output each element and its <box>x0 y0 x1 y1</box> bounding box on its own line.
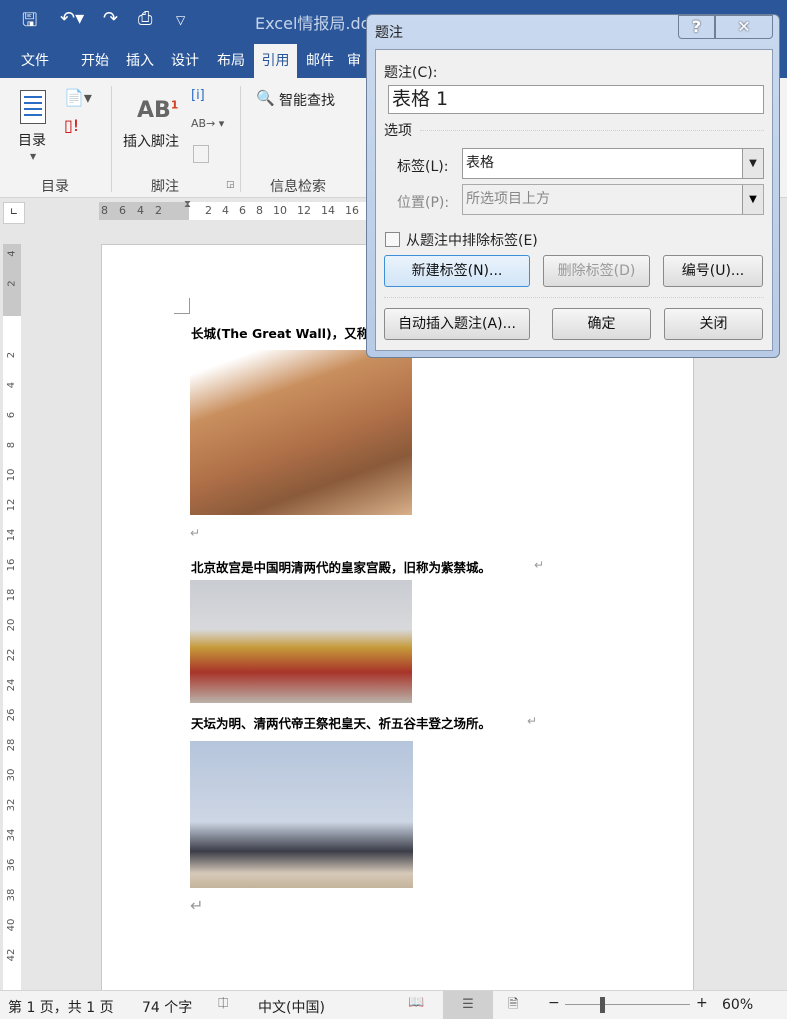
label-select[interactable]: 表格 ▼ <box>462 148 764 179</box>
tab-layout[interactable]: 布局 <box>208 44 254 78</box>
read-mode-icon[interactable]: 📖 <box>408 995 424 1010</box>
autocaption-button[interactable]: 自动插入题注(A)... <box>384 308 530 340</box>
save-icon[interactable]: 🖫 <box>22 8 37 38</box>
tab-home[interactable]: 开始 <box>72 44 118 78</box>
tab-insert[interactable]: 插入 <box>118 44 162 78</box>
ruler-left-margin: 8642 <box>99 202 189 220</box>
position-select[interactable]: 所选项目上方 ▼ <box>462 184 764 215</box>
zoom-slider-thumb[interactable] <box>600 997 605 1013</box>
smart-lookup-button[interactable]: 智能查找 <box>279 90 335 110</box>
window-title: Excel情报局.doc <box>255 14 380 33</box>
numbering-button[interactable]: 编号(U)... <box>663 255 763 287</box>
page-count[interactable]: 第 1 页，共 1 页 <box>8 997 114 1017</box>
toc-icon <box>20 90 46 124</box>
next-footnote-icon[interactable]: AB→ ▾ <box>191 117 224 130</box>
chevron-down-icon[interactable]: ▼ <box>742 149 763 178</box>
tab-selector-button[interactable]: ∟ <box>3 202 25 224</box>
undo-icon[interactable]: ↶▾ <box>60 8 84 29</box>
vertical-ruler-ticks: 2 4 6 8 10 12 14 16 18 20 22 24 26 28 30 32 34 36 38 40 42 <box>6 351 17 962</box>
close-button[interactable]: 关闭 <box>664 308 763 340</box>
tab-mailings[interactable]: 邮件 <box>298 44 342 78</box>
close-icon[interactable]: ✕ <box>715 15 773 39</box>
position-field-label: 位置(P): <box>397 195 450 211</box>
zoom-slider[interactable] <box>565 1004 690 1005</box>
tab-file[interactable]: 文件 <box>10 44 60 78</box>
caption-label: 题注(C): <box>384 65 438 81</box>
great-wall-image[interactable] <box>190 350 412 515</box>
ok-button[interactable]: 确定 <box>552 308 651 340</box>
paragraph-great-wall[interactable]: 长城(The Great Wall)，又称万 <box>191 323 382 342</box>
print-layout-button[interactable]: ☰ <box>443 991 493 1019</box>
tab-references[interactable]: 引用 <box>254 44 297 78</box>
exclude-label-text: 从题注中排除标签(E) <box>406 233 538 249</box>
proofing-icon[interactable]: ⎅ <box>218 996 228 1011</box>
temple-of-heaven-image[interactable] <box>190 741 413 888</box>
caption-dialog: 题注 ? ✕ 题注(C): 表格 1 选项 标签(L): 表格 ▼ 位置(P): … <box>366 14 780 358</box>
tab-review[interactable]: 审 <box>342 44 366 78</box>
margin-marker <box>174 298 190 314</box>
zoom-out-button[interactable]: − <box>548 995 560 1011</box>
language[interactable]: 中文(中国) <box>258 997 325 1017</box>
caption-input[interactable]: 表格 1 <box>388 85 764 114</box>
insert-footnote-icon: AB1 <box>137 98 179 123</box>
group-label-toc: 目录 <box>41 179 69 195</box>
tab-design[interactable]: 设计 <box>162 44 208 78</box>
web-layout-icon[interactable]: 🗎 <box>508 995 518 1017</box>
dialog-title: 题注 <box>375 25 403 41</box>
insert-footnote-button[interactable]: 插入脚注 <box>123 131 179 151</box>
options-label: 选项 <box>384 123 412 139</box>
dialog-launcher-icon[interactable]: ◲ <box>226 180 235 190</box>
redo-icon[interactable]: ↷ <box>103 8 118 29</box>
exclude-label-checkbox[interactable] <box>385 232 400 247</box>
toc-button[interactable]: 目录 <box>18 130 46 150</box>
print-preview-icon[interactable]: ⎙ <box>138 8 152 29</box>
group-label-research: 信息检索 <box>270 179 326 195</box>
show-notes-icon[interactable] <box>193 145 209 163</box>
word-count[interactable]: 74 个字 <box>142 997 192 1017</box>
group-label-footnote: 脚注 <box>151 179 179 195</box>
zoom-level[interactable]: 60% <box>722 997 753 1013</box>
zoom-in-button[interactable]: + <box>696 995 708 1011</box>
add-text-icon[interactable]: 📄▾ <box>64 88 92 107</box>
indent-marker[interactable]: ⧗ <box>184 199 191 210</box>
new-label-button[interactable]: 新建标签(N)... <box>384 255 530 287</box>
smart-lookup-icon: 🔍 <box>256 89 275 107</box>
paragraph-forbidden-city[interactable]: 北京故宫是中国明清两代的皇家宫殿，旧称为紫禁城。 <box>191 557 491 576</box>
horizontal-ruler[interactable]: 2 4 6 8 10 12 14 16 <box>189 202 369 220</box>
chevron-down-icon[interactable]: ▼ <box>742 185 763 214</box>
help-button[interactable]: ? <box>678 15 715 39</box>
print-layout-icon: ☰ <box>462 997 474 1012</box>
customize-toolbar-icon[interactable]: ▽ <box>176 13 185 27</box>
forbidden-city-image[interactable] <box>190 580 412 703</box>
update-table-icon[interactable]: ▯! <box>64 116 79 135</box>
paragraph-temple-of-heaven[interactable]: 天坛为明、清两代帝王祭祀皇天、祈五谷丰登之场所。 <box>191 713 491 732</box>
delete-label-button[interactable]: 删除标签(D) <box>543 255 650 287</box>
label-field-label: 标签(L): <box>397 159 449 175</box>
chevron-down-icon: ▼ <box>30 152 37 161</box>
insert-endnote-icon[interactable]: [i] <box>191 88 205 103</box>
